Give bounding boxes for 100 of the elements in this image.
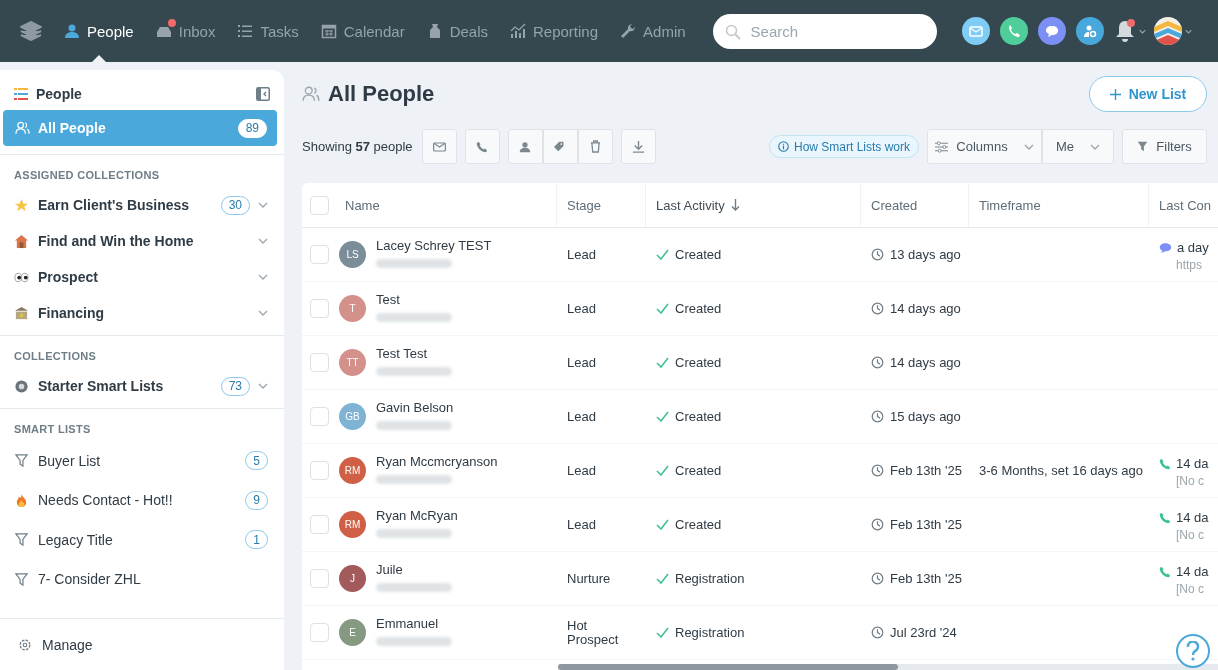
check-icon bbox=[656, 519, 669, 530]
person-icon bbox=[64, 23, 80, 39]
table-cell: Feb 13th '25 bbox=[890, 571, 962, 586]
calendar-icon bbox=[320, 23, 337, 39]
table-cell: 14 da bbox=[1176, 564, 1209, 579]
collection-item[interactable]: Financing bbox=[0, 295, 284, 331]
row-checkbox[interactable] bbox=[310, 407, 329, 426]
column-header[interactable]: Timeframe bbox=[979, 197, 1041, 213]
person-name[interactable]: Test bbox=[376, 292, 452, 307]
table-cell: 3-6 Months, set 16 days ago bbox=[979, 463, 1144, 478]
table-cell: Created bbox=[675, 517, 722, 532]
delete-button[interactable] bbox=[577, 129, 613, 164]
phone-icon bbox=[1159, 511, 1171, 524]
smart-list-item[interactable]: 7- Consider ZHL bbox=[0, 559, 284, 599]
search-field[interactable]: Search bbox=[712, 13, 937, 49]
action-button[interactable] bbox=[1037, 17, 1066, 45]
row-checkbox[interactable] bbox=[310, 515, 329, 534]
call-button[interactable] bbox=[464, 129, 500, 164]
avatar-icon[interactable] bbox=[1153, 17, 1182, 45]
column-header[interactable]: Stage bbox=[567, 197, 601, 213]
row-checkbox[interactable] bbox=[310, 245, 329, 264]
person-name[interactable]: Emmanuel bbox=[376, 616, 452, 631]
table-cell: Registration bbox=[675, 571, 745, 586]
table-cell-text: Hot Prospect bbox=[567, 618, 620, 647]
person-name[interactable]: Juile bbox=[376, 562, 452, 577]
collection-item[interactable]: Prospect bbox=[0, 259, 284, 295]
chevron-icon[interactable] bbox=[1138, 28, 1146, 34]
clock-icon bbox=[871, 572, 884, 585]
tag-button[interactable] bbox=[542, 129, 578, 164]
column-header[interactable]: Last Con bbox=[1159, 197, 1212, 213]
manage-link[interactable]: Manage bbox=[0, 618, 284, 670]
smart-list-item[interactable]: Legacy Title 1 bbox=[0, 520, 284, 560]
person-name[interactable]: Gavin Belson bbox=[376, 400, 454, 415]
action-button[interactable] bbox=[999, 17, 1028, 45]
assign-button[interactable] bbox=[507, 129, 543, 164]
tab-pointer bbox=[91, 55, 106, 62]
chevron-icon[interactable] bbox=[258, 274, 268, 280]
help-button[interactable] bbox=[1176, 634, 1210, 668]
chevron-icon[interactable] bbox=[258, 238, 268, 244]
collection-item[interactable]: Starter Smart Lists 73 bbox=[0, 368, 284, 404]
smart-list-item[interactable]: Buyer List 5 bbox=[0, 441, 284, 481]
select-all-checkbox[interactable] bbox=[310, 195, 329, 215]
nav-tab[interactable]: Admin bbox=[609, 0, 697, 62]
row-checkbox[interactable] bbox=[310, 461, 329, 480]
section-heading: SMART LISTS bbox=[13, 422, 92, 437]
person-name[interactable]: Ryan McRyan bbox=[376, 508, 458, 523]
chat-icon bbox=[1159, 241, 1172, 254]
sliders-icon bbox=[935, 140, 949, 153]
row-checkbox[interactable] bbox=[310, 299, 329, 318]
sidebar-item[interactable]: All People 89 bbox=[3, 110, 277, 146]
action-button[interactable] bbox=[961, 17, 990, 45]
row-checkbox[interactable] bbox=[310, 353, 329, 372]
chat-icon bbox=[1043, 23, 1060, 39]
person-name[interactable]: Test Test bbox=[376, 346, 452, 361]
info-icon bbox=[777, 141, 789, 152]
collapse-icon[interactable] bbox=[256, 87, 270, 101]
smart-list-item[interactable]: Needs Contact - Hot!! 9 bbox=[0, 480, 284, 520]
nav-tab[interactable]: Reporting bbox=[499, 0, 610, 62]
filters-button[interactable]: Filters bbox=[1122, 129, 1207, 164]
nav-tab[interactable]: People bbox=[53, 0, 145, 62]
logo-icon[interactable] bbox=[20, 21, 42, 41]
row-checkbox[interactable] bbox=[310, 569, 329, 588]
export-button[interactable] bbox=[620, 129, 656, 164]
fire-icon bbox=[14, 492, 29, 508]
nav-tab[interactable]: Inbox bbox=[144, 0, 227, 62]
nav-tab[interactable]: Tasks bbox=[226, 0, 310, 62]
person-name[interactable]: Lacey Schrey TEST bbox=[376, 238, 492, 253]
column-header[interactable]: Last Activity bbox=[656, 197, 725, 213]
star-icon bbox=[14, 197, 29, 213]
row-checkbox[interactable] bbox=[310, 623, 329, 642]
table-cell-text: Lead bbox=[567, 463, 597, 478]
collection-item[interactable]: Earn Client's Business 30 bbox=[0, 187, 284, 223]
table-cell-text: Lead bbox=[567, 517, 597, 532]
avatar: T bbox=[339, 295, 366, 322]
chevron-icon[interactable] bbox=[1090, 143, 1101, 150]
chevron-icon[interactable] bbox=[258, 202, 268, 208]
filter-icon bbox=[14, 571, 29, 587]
scrollbar[interactable] bbox=[558, 664, 1218, 670]
nav-tab[interactable]: Deals bbox=[415, 0, 499, 62]
nav-tab[interactable]: Calendar bbox=[309, 0, 416, 62]
action-button[interactable] bbox=[1075, 17, 1104, 45]
chevron-icon[interactable] bbox=[258, 310, 268, 316]
owner-dropdown[interactable]: Me bbox=[1042, 129, 1114, 164]
settings-icon bbox=[18, 637, 32, 652]
help-link[interactable]: How Smart Lists work bbox=[768, 135, 919, 158]
email-button[interactable] bbox=[421, 129, 457, 164]
collection-item[interactable]: Find and Win the Home bbox=[0, 223, 284, 259]
table-cell-text: Lead bbox=[567, 409, 597, 424]
table-cell: Created bbox=[675, 301, 722, 316]
person-name[interactable]: Ryan Mccmcryanson bbox=[376, 454, 498, 469]
column-header[interactable]: Created bbox=[871, 197, 918, 213]
chart-icon bbox=[510, 23, 526, 39]
section-heading: COLLECTIONS bbox=[13, 349, 98, 364]
chevron-icon[interactable] bbox=[1023, 143, 1034, 150]
column-header[interactable]: Name bbox=[345, 197, 380, 213]
clock-icon bbox=[871, 518, 884, 531]
list-icon bbox=[14, 88, 28, 100]
chevron-icon[interactable] bbox=[1184, 28, 1192, 34]
chevron-icon[interactable] bbox=[258, 383, 268, 389]
columns-button[interactable]: Columns bbox=[927, 129, 1042, 164]
